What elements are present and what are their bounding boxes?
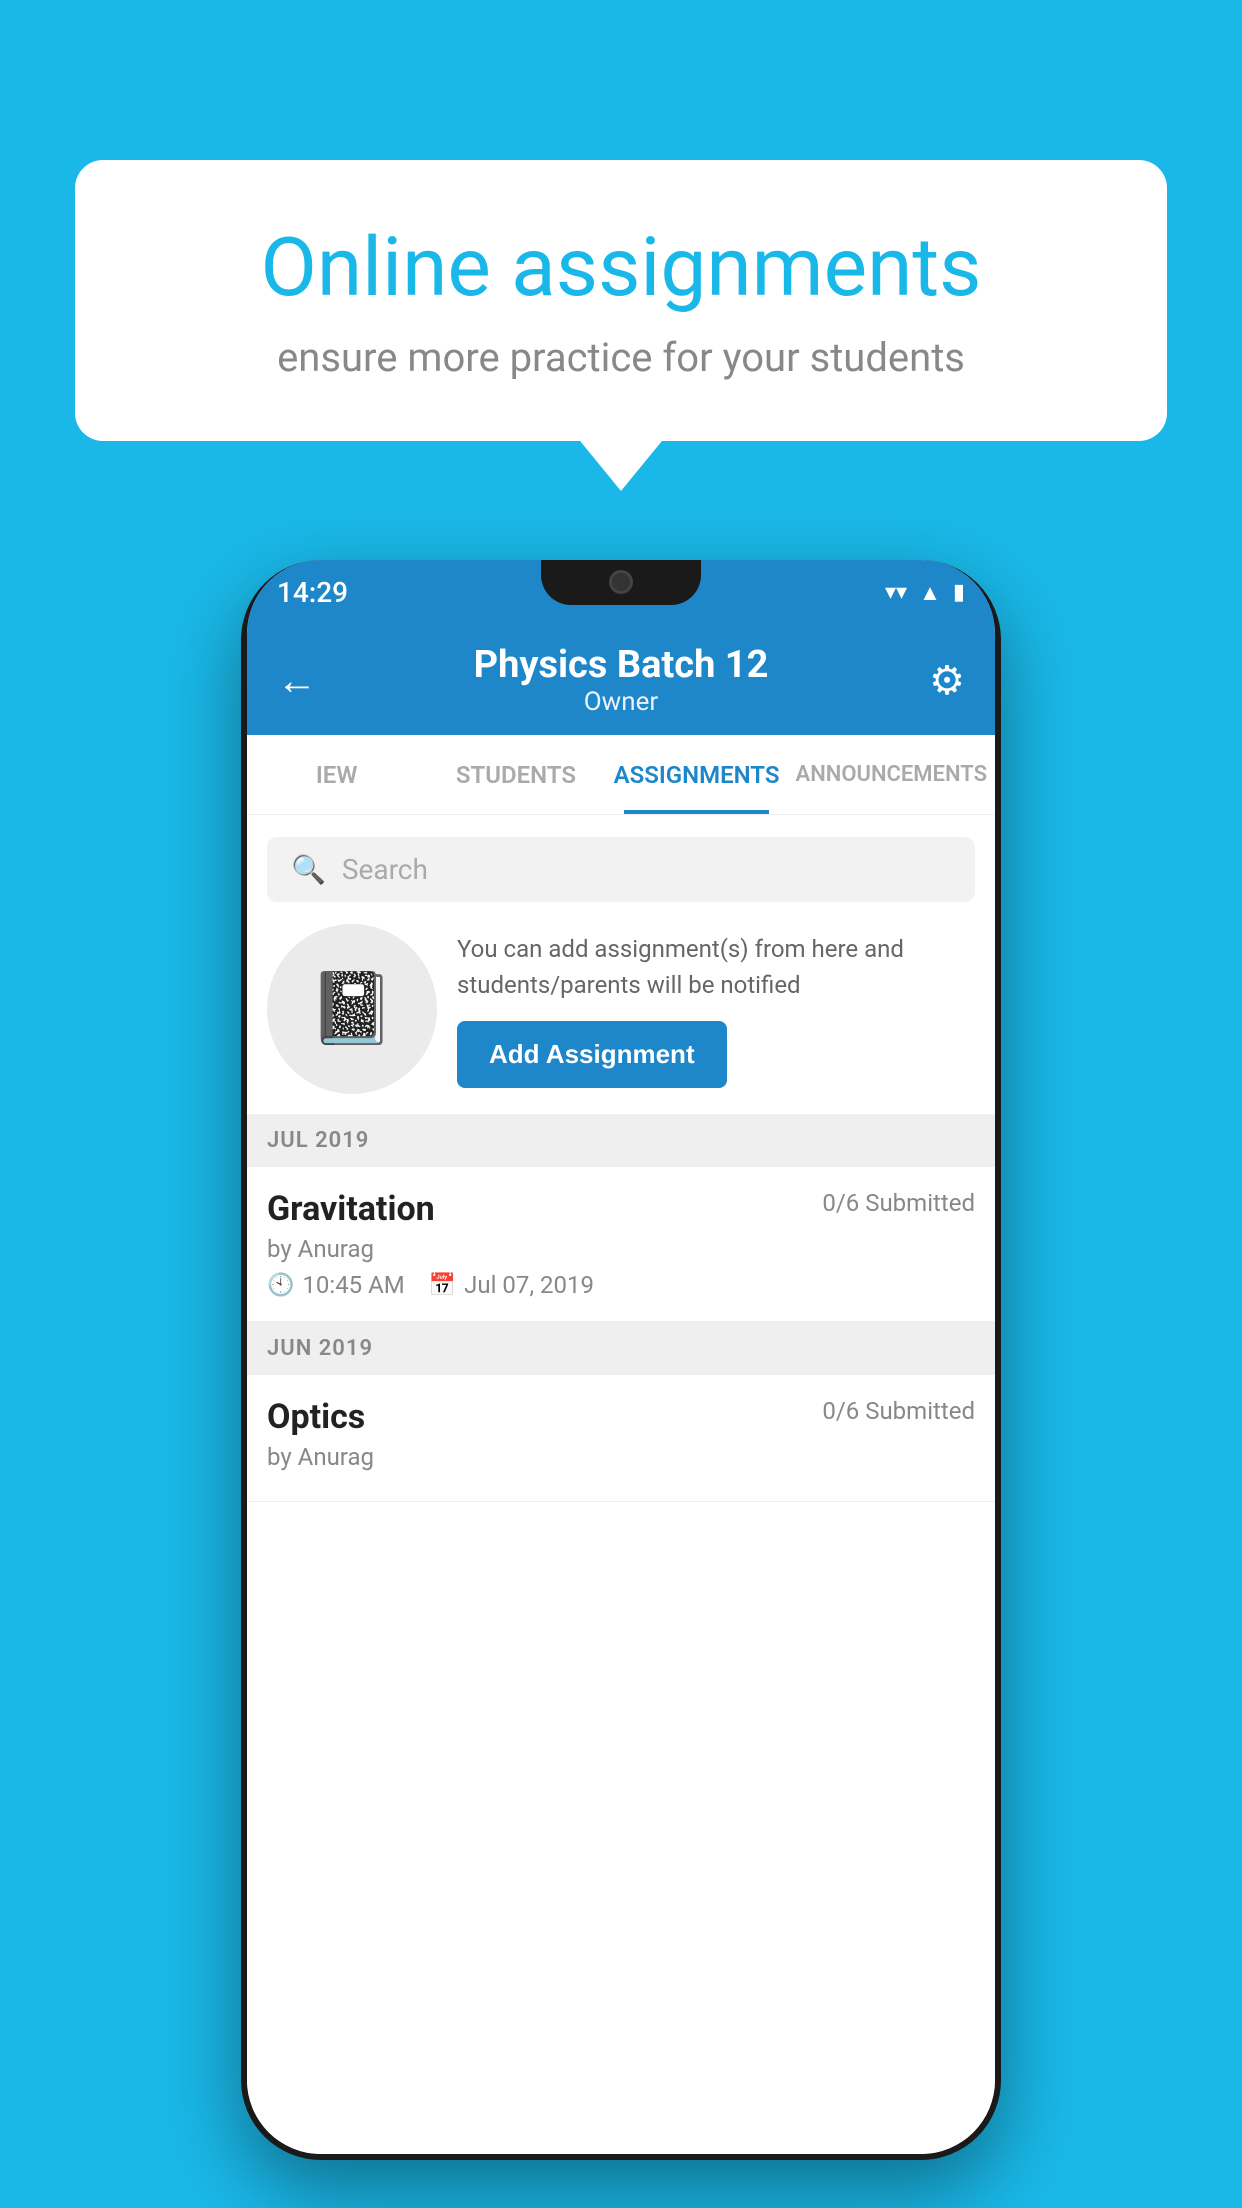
phone-screen: 14:29 ▾▾ ▲ ▮ ← Physics Batch 12 Owner ⚙ xyxy=(247,560,995,2154)
promo-box: 📓 You can add assignment(s) from here an… xyxy=(267,924,975,1094)
phone-notch xyxy=(541,560,701,605)
section-jun-2019: JUN 2019 xyxy=(247,1322,995,1375)
section-jul-2019: JUL 2019 xyxy=(247,1114,995,1167)
promo-text-area: You can add assignment(s) from here and … xyxy=(457,931,975,1088)
assignment-row-top-2: Optics 0/6 Submitted xyxy=(267,1397,975,1437)
assignment-meta: 🕙 10:45 AM 📅 Jul 07, 2019 xyxy=(267,1271,975,1299)
tab-iew[interactable]: IEW xyxy=(247,735,426,814)
screen-content: 🔍 Search 📓 You can add assignment(s) fro… xyxy=(247,815,995,2154)
back-button[interactable]: ← xyxy=(277,657,317,704)
tab-assignments[interactable]: ASSIGNMENTS xyxy=(606,735,788,814)
status-time: 14:29 xyxy=(277,576,348,609)
assignment-time: 🕙 10:45 AM xyxy=(267,1271,405,1299)
wifi-icon: ▾▾ xyxy=(885,580,907,605)
assignment-submitted: 0/6 Submitted xyxy=(822,1189,975,1217)
assignment-name: Gravitation xyxy=(267,1189,435,1229)
calendar-icon: 📅 xyxy=(429,1273,456,1298)
app-header: ← Physics Batch 12 Owner ⚙ xyxy=(247,625,995,735)
assignment-submitted-optics: 0/6 Submitted xyxy=(822,1397,975,1425)
tab-announcements[interactable]: ANNOUNCEMENTS xyxy=(788,735,995,814)
notebook-icon: 📓 xyxy=(308,968,395,1050)
search-bar[interactable]: 🔍 Search xyxy=(267,837,975,902)
tab-students[interactable]: STUDENTS xyxy=(426,735,605,814)
signal-icon: ▲ xyxy=(919,580,941,606)
speech-bubble-area: Online assignments ensure more practice … xyxy=(75,160,1167,441)
assignment-by-optics: by Anurag xyxy=(267,1443,975,1471)
header-center: Physics Batch 12 Owner xyxy=(474,643,769,717)
battery-icon: ▮ xyxy=(953,580,965,605)
phone-device: 14:29 ▾▾ ▲ ▮ ← Physics Batch 12 Owner ⚙ xyxy=(241,560,1001,2160)
clock-icon: 🕙 xyxy=(267,1273,294,1298)
speech-bubble-title: Online assignments xyxy=(145,220,1097,316)
assignment-name-optics: Optics xyxy=(267,1397,365,1437)
speech-bubble: Online assignments ensure more practice … xyxy=(75,160,1167,441)
status-icons: ▾▾ ▲ ▮ xyxy=(885,580,965,606)
header-subtitle: Owner xyxy=(474,687,769,717)
assignment-row-top: Gravitation 0/6 Submitted xyxy=(267,1189,975,1229)
tab-bar: IEW STUDENTS ASSIGNMENTS ANNOUNCEMENTS xyxy=(247,735,995,815)
assignment-item-gravitation[interactable]: Gravitation 0/6 Submitted by Anurag 🕙 10… xyxy=(247,1167,995,1322)
search-icon: 🔍 xyxy=(291,853,326,886)
speech-bubble-subtitle: ensure more practice for your students xyxy=(145,334,1097,381)
header-title: Physics Batch 12 xyxy=(474,643,769,687)
promo-description: You can add assignment(s) from here and … xyxy=(457,931,975,1003)
assignment-by: by Anurag xyxy=(267,1235,975,1263)
phone-outer: 14:29 ▾▾ ▲ ▮ ← Physics Batch 12 Owner ⚙ xyxy=(241,560,1001,2160)
search-placeholder: Search xyxy=(342,853,428,886)
assignment-date: 📅 Jul 07, 2019 xyxy=(429,1271,594,1299)
camera xyxy=(609,570,633,594)
settings-icon[interactable]: ⚙ xyxy=(929,657,965,704)
assignment-item-optics[interactable]: Optics 0/6 Submitted by Anurag xyxy=(247,1375,995,1502)
add-assignment-button[interactable]: Add Assignment xyxy=(457,1021,727,1088)
promo-icon-circle: 📓 xyxy=(267,924,437,1094)
